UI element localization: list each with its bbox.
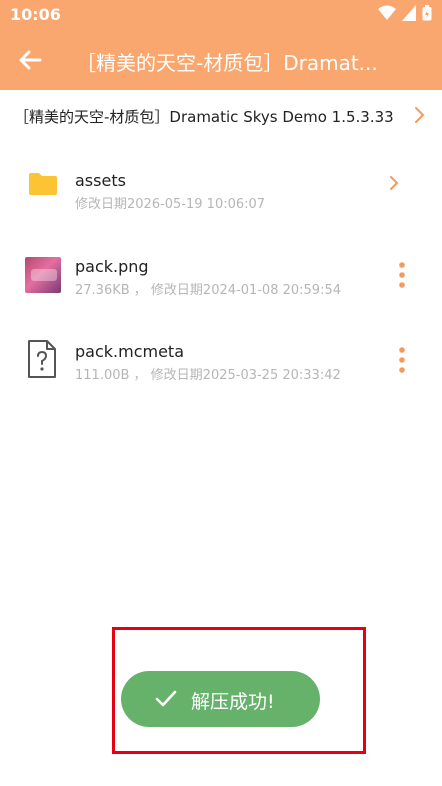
- battery-icon: [422, 5, 432, 21]
- app-bar: ［精美的天空-材质包］Dramat...: [0, 30, 442, 90]
- toast-message: 解压成功!: [121, 671, 320, 727]
- page-title: ［精美的天空-材质包］Dramat...: [76, 51, 378, 75]
- status-time: 10:06: [10, 5, 61, 24]
- item-meta: 修改日期2026-05-19 10:06:07: [75, 197, 266, 212]
- item-name: pack.mcmeta: [75, 342, 184, 361]
- list-item-assets[interactable]: assets 修改日期2026-05-19 10:06:07: [0, 150, 442, 226]
- item-name: pack.png: [75, 257, 149, 276]
- arrow-left-icon: [19, 50, 42, 70]
- status-icons: [378, 5, 432, 21]
- breadcrumb[interactable]: ［精美的天空-材质包］Dramatic Skys Demo 1.5.3.33: [0, 98, 442, 134]
- breadcrumb-path: ［精美的天空-材质包］Dramatic Skys Demo 1.5.3.33: [14, 108, 394, 126]
- signal-icon: [402, 5, 416, 21]
- more-vert-icon[interactable]: [392, 346, 412, 374]
- list-item-pack-mcmeta[interactable]: pack.mcmeta 111.00B ， 修改日期2025-03-25 20:…: [0, 321, 442, 397]
- unknown-file-icon: [28, 340, 56, 378]
- folder-icon: [29, 173, 57, 195]
- wifi-icon: [378, 5, 396, 20]
- item-meta: 111.00B ， 修改日期2025-03-25 20:33:42: [75, 368, 341, 383]
- chevron-right-icon: [415, 107, 425, 123]
- image-thumbnail: [25, 257, 61, 293]
- list-item-pack-png[interactable]: pack.png 27.36KB ， 修改日期2024-01-08 20:59:…: [0, 236, 442, 312]
- chevron-right-icon: [390, 176, 399, 190]
- check-icon: [155, 690, 177, 707]
- toast-text: 解压成功!: [191, 691, 275, 713]
- status-bar: 10:06: [0, 0, 442, 30]
- back-button[interactable]: [14, 44, 46, 76]
- item-name: assets: [75, 171, 126, 190]
- more-vert-icon[interactable]: [392, 261, 412, 289]
- item-meta: 27.36KB ， 修改日期2024-01-08 20:59:54: [75, 283, 341, 298]
